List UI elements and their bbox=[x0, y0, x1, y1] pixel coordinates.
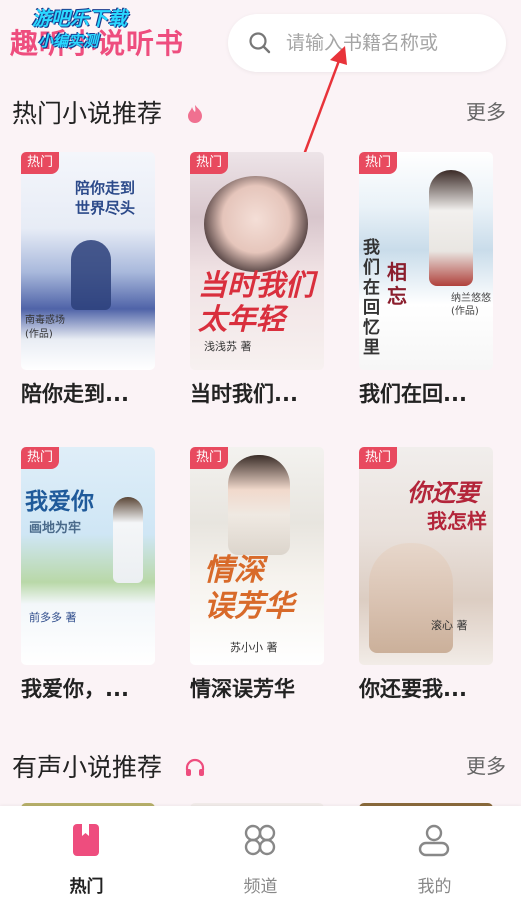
user-icon bbox=[418, 824, 450, 857]
search-bar[interactable] bbox=[228, 14, 506, 72]
cover-title: 我们在回忆里 bbox=[363, 238, 380, 358]
cover-subtitle: 我怎样 bbox=[427, 509, 487, 533]
cover-figure bbox=[113, 497, 143, 583]
cover-author: 南毒惑场 (作品) bbox=[25, 315, 65, 340]
book-cover[interactable]: 热门 我们在回忆里 相忘 纳兰悠悠 (作品) bbox=[359, 152, 493, 370]
book-cover[interactable]: 热门 情深 误芳华 苏小小 著 bbox=[190, 447, 324, 665]
tab-label: 频道 bbox=[243, 877, 278, 897]
cover-title: 我爱你 bbox=[25, 488, 94, 515]
book-title[interactable]: 当时我们... bbox=[190, 378, 330, 408]
cover-figure bbox=[369, 543, 453, 653]
cover-author: 前多多 著 bbox=[29, 611, 77, 624]
grid-icon bbox=[244, 824, 276, 856]
cover-author: 浅浅苏 著 bbox=[204, 340, 252, 353]
tab-hot[interactable]: 热门 bbox=[0, 806, 173, 898]
book-card[interactable]: 热门 当时我们 太年轻 浅浅苏 著 当时我们... bbox=[190, 152, 324, 406]
section-title: 热门小说推荐 bbox=[12, 99, 163, 128]
section-title: 有声小说推荐 bbox=[12, 753, 163, 782]
tab-label: 热门 bbox=[69, 877, 104, 897]
hot-tag: 热门 bbox=[21, 447, 59, 469]
section-header-audio: 有声小说推荐 更多 bbox=[12, 748, 512, 788]
tab-label: 我的 bbox=[417, 877, 452, 897]
cover-figure bbox=[204, 176, 308, 272]
cover-title: 陪你走到 世界尽头 bbox=[75, 179, 136, 217]
bookmark-icon bbox=[73, 824, 99, 856]
book-cover[interactable]: 热门 当时我们 太年轻 浅浅苏 著 bbox=[190, 152, 324, 370]
book-card[interactable]: 热门 我爱你 画地为牢 前多多 著 我爱你，... bbox=[21, 447, 155, 701]
hot-tag: 热门 bbox=[359, 152, 397, 174]
book-cover[interactable]: 热门 你还要 我怎样 滚心 著 bbox=[359, 447, 493, 665]
bottom-tab-bar: 热门 频道 我的 bbox=[0, 806, 521, 898]
book-title[interactable]: 我爱你，... bbox=[21, 673, 161, 703]
book-title[interactable]: 情深误芳华 bbox=[190, 673, 330, 703]
book-card[interactable]: 热门 我们在回忆里 相忘 纳兰悠悠 (作品) 我们在回... bbox=[359, 152, 493, 406]
book-cover[interactable]: 热门 陪你走到 世界尽头 南毒惑场 (作品) bbox=[21, 152, 155, 370]
tab-channel[interactable]: 频道 bbox=[174, 806, 347, 898]
cover-title: 你还要 bbox=[407, 478, 479, 507]
more-link[interactable]: 更多 bbox=[466, 96, 506, 125]
app-header: 趣听小说听书 游吧乐下载 小编实测 bbox=[0, 0, 521, 90]
cover-subtitle: 相忘 bbox=[387, 260, 407, 308]
cover-figure bbox=[429, 170, 473, 286]
tab-mine[interactable]: 我的 bbox=[348, 806, 521, 898]
cover-figure bbox=[228, 455, 290, 555]
search-icon bbox=[249, 32, 271, 54]
watermark-line2: 小编实测 bbox=[38, 32, 99, 50]
headphones-icon bbox=[185, 758, 205, 776]
book-cover[interactable]: 热门 我爱你 画地为牢 前多多 著 bbox=[21, 447, 155, 665]
flame-icon bbox=[188, 105, 202, 123]
section-header-hot: 热门小说推荐 更多 bbox=[12, 94, 512, 134]
book-card[interactable]: 热门 情深 误芳华 苏小小 著 情深误芳华 bbox=[190, 447, 324, 701]
cover-subtitle: 画地为牢 bbox=[29, 521, 82, 536]
cover-title: 当时我们 太年轻 bbox=[198, 268, 315, 336]
book-title[interactable]: 你还要我... bbox=[359, 673, 499, 703]
book-title[interactable]: 陪你走到... bbox=[21, 378, 161, 408]
cover-figure bbox=[71, 240, 111, 310]
cover-title: 情深 误芳华 bbox=[204, 553, 294, 624]
book-card[interactable]: 热门 你还要 我怎样 滚心 著 你还要我... bbox=[359, 447, 493, 701]
watermark-line1: 游吧乐下载 bbox=[32, 8, 128, 30]
hot-tag: 热门 bbox=[190, 447, 228, 469]
search-input[interactable] bbox=[286, 28, 498, 58]
more-link[interactable]: 更多 bbox=[466, 750, 506, 779]
watermark: 游吧乐下载 小编实测 bbox=[32, 8, 162, 52]
cover-author: 滚心 著 bbox=[431, 619, 468, 632]
hot-tag: 热门 bbox=[359, 447, 397, 469]
cover-author: 纳兰悠悠 (作品) bbox=[451, 293, 491, 317]
hot-tag: 热门 bbox=[21, 152, 59, 174]
hot-tag: 热门 bbox=[190, 152, 228, 174]
book-title[interactable]: 我们在回... bbox=[359, 378, 499, 408]
book-card[interactable]: 热门 陪你走到 世界尽头 南毒惑场 (作品) 陪你走到... bbox=[21, 152, 155, 406]
cover-author: 苏小小 著 bbox=[230, 641, 278, 654]
